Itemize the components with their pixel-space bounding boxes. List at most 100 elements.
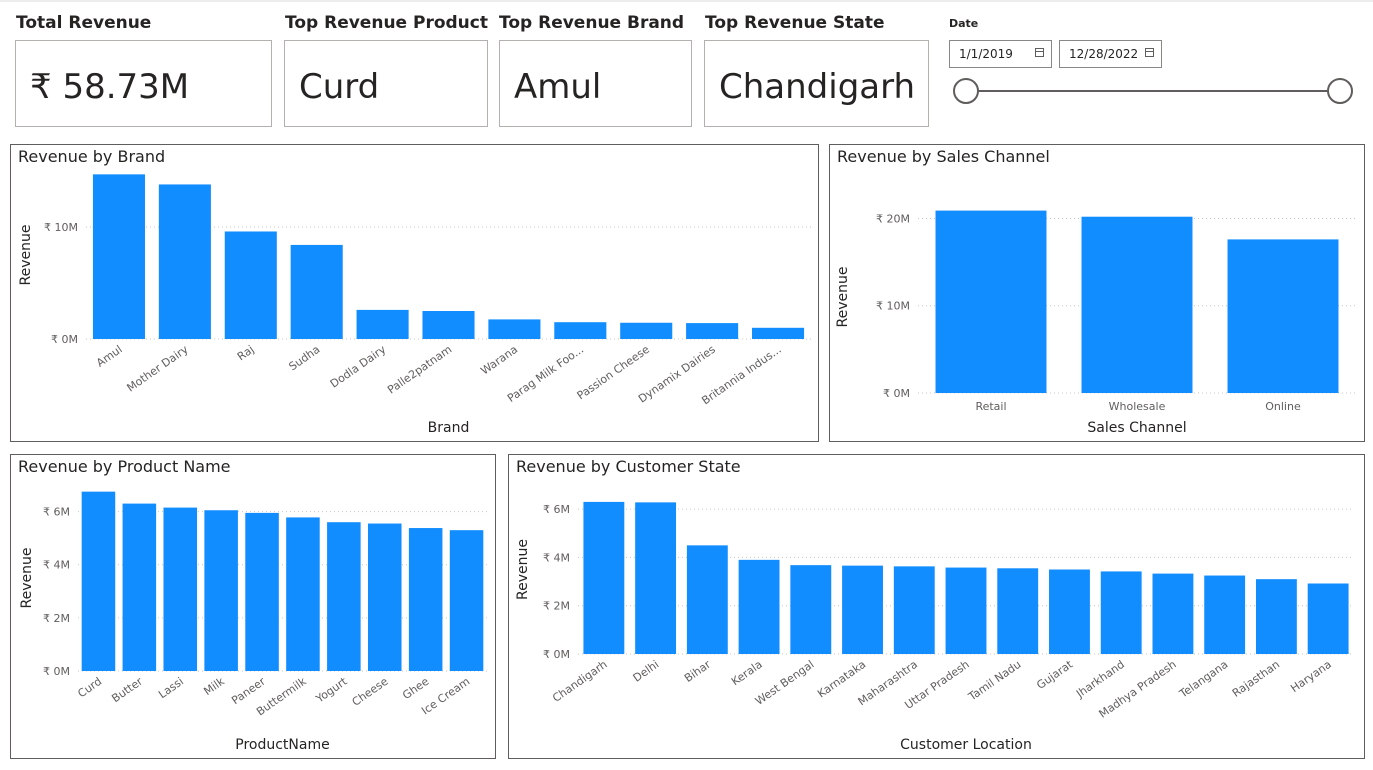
bar-kerala[interactable] <box>738 559 780 654</box>
bar-dodla-dairy[interactable] <box>356 309 409 339</box>
bar-tamil-nadu[interactable] <box>997 568 1039 654</box>
x-tick-label: Butter <box>109 675 145 706</box>
date-start-value: 1/1/2019 <box>959 47 1013 61</box>
kpi-card-top-state[interactable]: Chandigarh <box>704 40 929 127</box>
bar-bihar[interactable] <box>686 545 728 654</box>
bar-uttar-pradesh[interactable] <box>945 567 987 654</box>
y-tick-label: ₹ 0M <box>51 333 78 346</box>
bar-amul[interactable] <box>92 174 145 339</box>
x-tick-label: Milk <box>201 674 227 698</box>
bar-britannia-indus-[interactable] <box>752 327 805 339</box>
kpi-card-top-product[interactable]: Curd <box>284 40 488 127</box>
bar-maharashtra[interactable] <box>893 566 935 654</box>
bar-mother-dairy[interactable] <box>158 184 211 339</box>
bar-delhi[interactable] <box>635 502 677 654</box>
calendar-icon[interactable] <box>1145 48 1154 57</box>
date-slider-track[interactable] <box>966 90 1340 92</box>
date-end-value: 12/28/2022 <box>1069 47 1139 61</box>
bar-west-bengal[interactable] <box>790 565 832 654</box>
state-chart-panel[interactable]: Revenue by Customer State ₹ 0M ₹ 2M ₹ 4M ₹ … <box>508 454 1365 759</box>
bar-chandigarh[interactable] <box>583 501 625 654</box>
bar-telangana[interactable] <box>1204 575 1246 654</box>
bar-karnataka[interactable] <box>842 565 883 654</box>
x-axis-title: ProductName <box>235 737 329 753</box>
y-tick-label: ₹ 0M <box>43 665 70 678</box>
x-tick-label: Lassi <box>156 675 186 701</box>
date-slicer-title: Date <box>949 17 979 30</box>
y-tick-label: ₹ 0M <box>883 387 910 400</box>
bar-buttermilk[interactable] <box>286 517 320 671</box>
x-tick-label: Curd <box>75 675 104 701</box>
kpi-card-top-brand[interactable]: Amul <box>499 40 692 127</box>
date-slider-end-handle[interactable] <box>1327 78 1353 104</box>
date-end-input[interactable]: 12/28/2022 <box>1059 40 1162 68</box>
x-tick-label: Retail <box>975 400 1006 413</box>
bar-retail[interactable] <box>935 210 1047 393</box>
x-tick-label: Cheese <box>350 675 391 709</box>
bar-curd[interactable] <box>81 491 116 671</box>
bar-passion-cheese[interactable] <box>620 322 673 339</box>
x-tick-label: Warana <box>478 343 520 378</box>
bar-paneer[interactable] <box>245 512 279 671</box>
bar-dynamix-dairies[interactable] <box>686 323 739 339</box>
x-tick-label: Yogurt <box>313 674 350 706</box>
x-tick-label: Haryana <box>1288 658 1334 695</box>
bar-gujarat[interactable] <box>1049 569 1090 655</box>
bar-palle2patnam[interactable] <box>422 311 475 339</box>
top-border <box>0 0 1373 2</box>
kpi-title-top-state: Top Revenue State <box>705 13 885 33</box>
y-tick-label: ₹ 6M <box>543 503 570 516</box>
bar-ghee[interactable] <box>408 528 443 671</box>
x-tick-label: Sudha <box>287 343 323 374</box>
x-tick-label: Tamil Nadu <box>965 658 1023 704</box>
date-start-input[interactable]: 1/1/2019 <box>949 40 1052 68</box>
kpi-card-total-revenue[interactable]: ₹ 58.73M <box>15 40 272 127</box>
kpi-title-top-brand: Top Revenue Brand <box>499 13 685 33</box>
x-tick-label: Raj <box>235 343 257 364</box>
x-tick-label: Dodla Dairy <box>328 343 389 391</box>
bar-madhya-pradesh[interactable] <box>1152 573 1194 654</box>
bar-parag-milk-foo-[interactable] <box>554 322 607 339</box>
x-tick-label: Kerala <box>729 658 765 688</box>
kpi-value-top-brand: Amul <box>514 67 602 107</box>
brand-chart-panel[interactable]: Revenue by Brand ₹ 0M ₹ 10M Amul Mother Dai… <box>10 144 819 442</box>
y-tick-label: ₹ 10M <box>44 221 78 234</box>
bar-warana[interactable] <box>488 319 541 339</box>
kpi-title-top-product: Top Revenue Product <box>285 13 488 33</box>
brand-revenue-chart: ₹ 0M ₹ 10M Amul Mother Dairy Raj Sudha Dodla D… <box>18 174 811 436</box>
kpi-value-top-product: Curd <box>299 67 380 107</box>
date-slider-start-handle[interactable] <box>953 78 979 104</box>
bar-rajasthan[interactable] <box>1255 579 1297 654</box>
product-chart-panel[interactable]: Revenue by Product Name ₹ 0M ₹ 2M ₹ 4M ₹ 6M… <box>10 454 496 759</box>
bar-ice-cream[interactable] <box>449 530 484 671</box>
calendar-icon[interactable] <box>1035 48 1044 57</box>
bar-raj[interactable] <box>224 231 277 339</box>
y-tick-label: ₹ 20M <box>876 212 910 225</box>
bar-sudha[interactable] <box>290 244 343 339</box>
bar-wholesale[interactable] <box>1081 216 1193 393</box>
bar-haryana[interactable] <box>1307 583 1349 654</box>
bar-jharkhand[interactable] <box>1100 571 1142 654</box>
y-tick-label: ₹ 10M <box>876 300 910 313</box>
y-tick-label: ₹ 6M <box>43 506 70 519</box>
x-tick-label: Rajasthan <box>1230 658 1282 700</box>
kpi-title-total-revenue: Total Revenue <box>16 13 152 33</box>
kpi-value-top-state: Chandigarh <box>719 67 916 107</box>
x-tick-label: Mother Dairy <box>124 343 191 395</box>
x-tick-label: Delhi <box>631 658 662 685</box>
x-tick-label: Amul <box>94 343 125 370</box>
bar-cheese[interactable] <box>367 523 402 671</box>
x-tick-label: Ghee <box>400 675 431 702</box>
bar-milk[interactable] <box>204 510 238 671</box>
y-axis-title: Revenue <box>835 267 851 328</box>
y-tick-label: ₹ 4M <box>543 551 570 564</box>
sales-channel-chart-panel[interactable]: Revenue by Sales Channel ₹ 0M ₹ 10M ₹ 20M R… <box>829 144 1365 442</box>
y-axis-title: Revenue <box>19 548 35 609</box>
product-revenue-chart: ₹ 0M₹ 2M₹ 4M₹ 6MCurd Butter Lassi Milk Panee… <box>19 491 487 753</box>
y-tick-label: ₹ 4M <box>43 559 70 572</box>
x-tick-label: Gujarat <box>1034 657 1075 691</box>
bar-butter[interactable] <box>122 503 157 671</box>
bar-online[interactable] <box>1227 239 1339 393</box>
bar-lassi[interactable] <box>163 507 198 671</box>
bar-yogurt[interactable] <box>327 522 361 671</box>
